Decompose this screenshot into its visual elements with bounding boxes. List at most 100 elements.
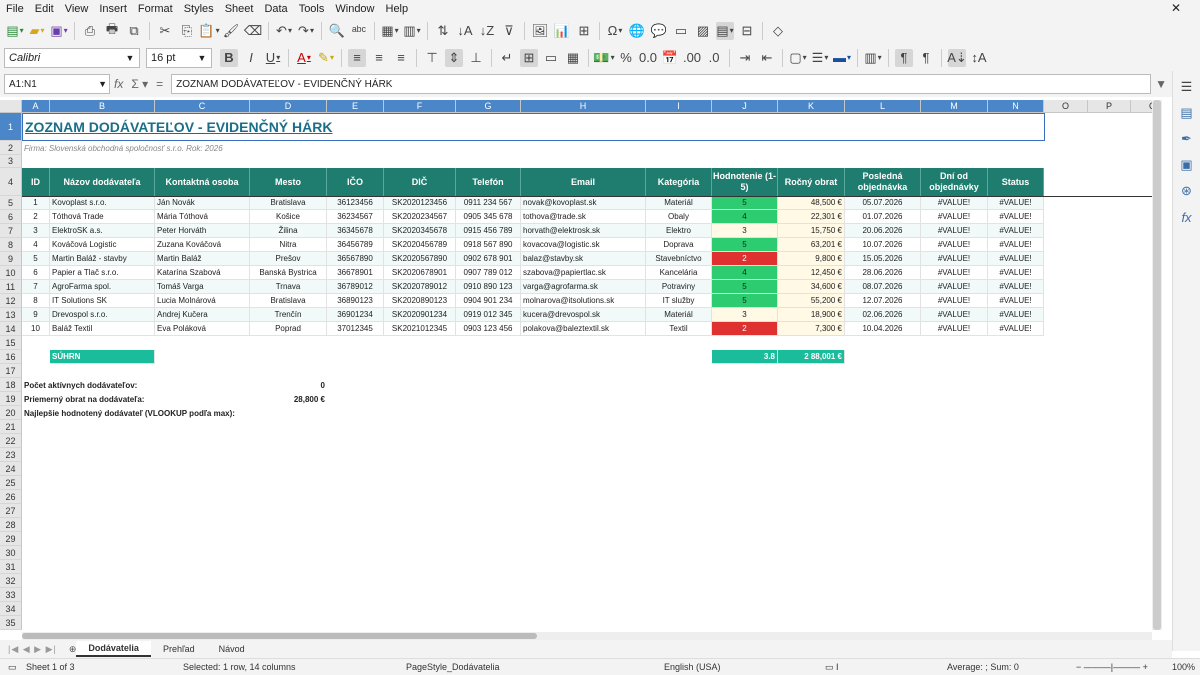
table-cell[interactable]: 63,201 € — [778, 238, 845, 252]
row-header-9[interactable]: 9 — [0, 252, 22, 266]
image-icon[interactable]: 🖼 — [531, 22, 549, 40]
table-cell[interactable]: #VALUE! — [988, 308, 1044, 322]
language[interactable]: English (USA) — [664, 662, 721, 672]
row-header-2[interactable]: 2 — [0, 141, 22, 155]
table-cell[interactable]: Andrej Kučera — [155, 308, 250, 322]
table-cell[interactable]: 7,300 € — [778, 322, 845, 336]
table-cell[interactable]: Kováčová Logistic — [50, 238, 155, 252]
table-cell[interactable]: Textil — [646, 322, 712, 336]
align-left-icon[interactable]: ≡ — [348, 48, 366, 67]
column-header-a[interactable]: A — [22, 100, 50, 113]
sheet-nav-arrows-icon[interactable]: |◀ ◀ ▶ ▶| — [8, 644, 57, 655]
merge-cells-icon[interactable]: ▭ — [542, 49, 560, 67]
table-cell[interactable]: Katarína Szabová — [155, 266, 250, 280]
font-name-box[interactable]: Calibri ▼ — [4, 47, 140, 68]
row-header-13[interactable]: 13 — [0, 308, 22, 322]
table-cell[interactable]: #VALUE! — [921, 252, 988, 266]
table-cell[interactable]: Trnava — [250, 280, 327, 294]
function-wizard-icon[interactable]: fx — [114, 77, 123, 91]
table-cell[interactable]: 5 — [712, 280, 778, 294]
align-middle-icon[interactable]: ⇕ — [445, 48, 463, 67]
table-cell[interactable]: 3 — [22, 224, 50, 238]
table-cell[interactable]: polakova@baleztextil.sk — [521, 322, 646, 336]
table-cell[interactable]: 8 — [22, 294, 50, 308]
table-cell[interactable]: Ján Novák — [155, 196, 250, 210]
horizontal-scrollbar[interactable] — [22, 632, 1152, 640]
conditional-format-icon[interactable]: ▥ — [864, 49, 882, 67]
sum-icon[interactable]: Σ ▾ — [131, 77, 148, 91]
row-header-24[interactable]: 24 — [0, 462, 22, 476]
table-cell[interactable]: SK2020234567 — [384, 210, 456, 224]
table-cell[interactable]: SK2020890123 — [384, 294, 456, 308]
table-cell[interactable]: 15.05.2026 — [845, 252, 921, 266]
table-cell[interactable]: Kancelária — [646, 266, 712, 280]
cut-icon[interactable]: ✂ — [156, 22, 174, 40]
table-cell[interactable]: 34,600 € — [778, 280, 845, 294]
table-cell[interactable]: tothova@trade.sk — [521, 210, 646, 224]
table-cell[interactable]: 0918 567 890 — [456, 238, 521, 252]
table-cell[interactable]: #VALUE! — [988, 196, 1044, 210]
table-cell[interactable]: 36890123 — [327, 294, 384, 308]
vertical-scrollbar[interactable] — [1152, 100, 1162, 630]
navigator-icon[interactable]: ⊛ — [1177, 181, 1197, 201]
highlight-color-icon[interactable]: ✎ — [317, 49, 335, 67]
table-cell[interactable]: 0902 678 901 — [456, 252, 521, 266]
styles-icon[interactable]: ✒ — [1177, 129, 1197, 149]
freeze-rows-columns-icon[interactable]: ▤ — [716, 21, 734, 40]
column-header-o[interactable]: O — [1044, 100, 1088, 113]
chart-icon[interactable]: 📊 — [553, 22, 571, 40]
spreadsheet-grid[interactable]: ABCDEFGHIJKLMNOPQ12345678910111213141516… — [0, 100, 1152, 630]
column-header-c[interactable]: C — [155, 100, 250, 113]
column-header-d[interactable]: D — [250, 100, 327, 113]
column-header-q[interactable]: Q — [1131, 100, 1152, 113]
table-cell[interactable]: 20.06.2026 — [845, 224, 921, 238]
table-cell[interactable]: #VALUE! — [921, 224, 988, 238]
sort-icon[interactable]: ⇅ — [434, 22, 452, 40]
table-cell[interactable]: 36678901 — [327, 266, 384, 280]
table-cell[interactable]: Materiál — [646, 196, 712, 210]
table-cell[interactable]: #VALUE! — [988, 294, 1044, 308]
align-bottom-icon[interactable]: ⊥ — [467, 49, 485, 67]
table-cell[interactable]: Elektro — [646, 224, 712, 238]
row-header-31[interactable]: 31 — [0, 560, 22, 574]
menu-format[interactable]: Format — [138, 3, 173, 15]
paste-icon[interactable]: 📋 — [198, 22, 218, 40]
table-cell[interactable]: kovacova@logistic.sk — [521, 238, 646, 252]
row-header-33[interactable]: 33 — [0, 588, 22, 602]
table-cell[interactable]: Žilina — [250, 224, 327, 238]
row-icon[interactable]: ▦ — [381, 22, 399, 40]
bold-icon[interactable]: B — [220, 48, 238, 67]
table-cell[interactable]: 36567890 — [327, 252, 384, 266]
headers-footers-icon[interactable]: ▭ — [672, 22, 690, 40]
table-cell[interactable]: 10.07.2026 — [845, 238, 921, 252]
table-cell[interactable]: Doprava — [646, 238, 712, 252]
table-cell[interactable]: 0911 234 567 — [456, 196, 521, 210]
font-color-icon[interactable]: A — [295, 49, 313, 67]
menu-view[interactable]: View — [65, 3, 89, 15]
table-cell[interactable]: Martin Baláž - stavby — [50, 252, 155, 266]
row-header-14[interactable]: 14 — [0, 322, 22, 336]
row-header-6[interactable]: 6 — [0, 210, 22, 224]
table-cell[interactable]: 3 — [712, 224, 778, 238]
row-header-35[interactable]: 35 — [0, 616, 22, 630]
table-cell[interactable]: Tóthová Trade — [50, 210, 155, 224]
table-cell[interactable]: 3 — [712, 308, 778, 322]
table-cell[interactable]: Eva Poláková — [155, 322, 250, 336]
table-cell[interactable]: 4 — [712, 266, 778, 280]
define-print-area-icon[interactable]: ▨ — [694, 22, 712, 40]
table-cell[interactable]: 0915 456 789 — [456, 224, 521, 238]
italic-icon[interactable]: I — [242, 49, 260, 67]
hyperlink-icon[interactable]: 🌐 — [628, 22, 646, 40]
table-cell[interactable]: 0905 345 678 — [456, 210, 521, 224]
find-replace-icon[interactable]: 🔍 — [328, 22, 346, 40]
table-cell[interactable]: novak@kovoplast.sk — [521, 196, 646, 210]
table-cell[interactable]: #VALUE! — [988, 224, 1044, 238]
column-header-p[interactable]: P — [1088, 100, 1131, 113]
table-cell[interactable]: Bratislava — [250, 294, 327, 308]
percent-format-icon[interactable]: % — [617, 49, 635, 67]
decrease-indent-icon[interactable]: ⇤ — [758, 49, 776, 67]
autofilter-icon[interactable]: ⊽ — [500, 22, 518, 40]
table-cell[interactable]: horvath@elektrosk.sk — [521, 224, 646, 238]
asian-layout-icon[interactable]: ↕A — [970, 49, 988, 67]
table-cell[interactable]: 18,900 € — [778, 308, 845, 322]
